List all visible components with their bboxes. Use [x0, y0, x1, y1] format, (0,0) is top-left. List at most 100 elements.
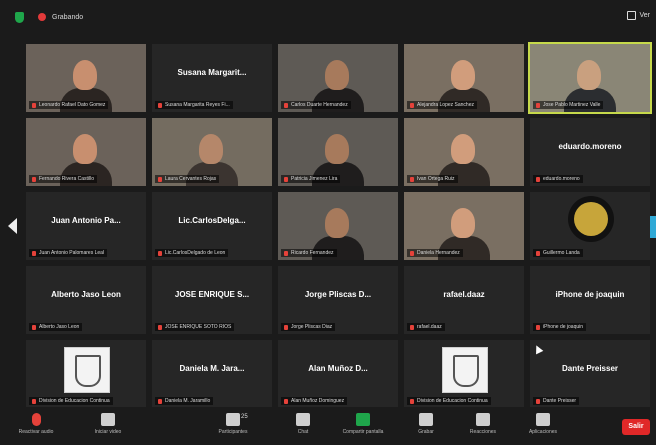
toolbar-label: Aplicaciones [528, 429, 558, 435]
participant-tile[interactable]: Leonardo Rafael Dato Gomez [26, 44, 146, 112]
participant-name-tag: Division de Educacion Continua [29, 397, 113, 405]
participant-tile[interactable]: eduardo.moreno eduardo.moreno [530, 118, 650, 186]
participant-tile[interactable]: rafael.daaz rafael.daaz [404, 266, 524, 334]
participant-name-label: JOSE ENRIQUE SOTO RIOS [165, 324, 232, 330]
participant-display-name: Lic.CarlosDelga... [178, 216, 246, 225]
participant-name-label: Ivan Ortega Ruiz [417, 176, 455, 182]
participant-tile[interactable]: Division de Educacion Continua [404, 340, 524, 408]
grid-view-icon [627, 11, 637, 20]
muted-mic-icon [284, 102, 288, 108]
security-shield-icon[interactable] [15, 11, 24, 23]
leave-meeting-button[interactable]: Salir [622, 419, 650, 435]
participant-tile[interactable]: Alberto Jaso Leon Alberto Jaso Leon [26, 266, 146, 334]
apps-button[interactable]: Aplicaciones [515, 411, 571, 443]
participant-name-tag: Alan Muñoz Dominguez [281, 397, 348, 405]
participant-tile[interactable]: Guillermo Landa [530, 192, 650, 260]
muted-mic-icon [410, 176, 414, 182]
participant-name-label: Lic.CarlosDelgado de Leon [165, 250, 226, 256]
participant-display-name: Alan Muñoz D... [308, 364, 368, 373]
stop-video-button[interactable]: Iniciar video [80, 411, 136, 443]
muted-mic-icon [158, 176, 162, 182]
participant-name-tag: Daniela M. Jaramillo [155, 397, 214, 405]
participant-tile[interactable]: Jose Pablo Martinez Valle [528, 42, 652, 114]
muted-mic-icon [32, 250, 36, 256]
view-button[interactable]: Ver [627, 11, 650, 20]
participant-name-label: Jose Pablo Martinez Valle [543, 102, 601, 108]
muted-mic-icon [284, 324, 288, 330]
participant-tile[interactable]: Fernando Rivera Castillo [26, 118, 146, 186]
participant-tile[interactable]: Jorge Pliscas D... Jorge Pliscas Diaz [278, 266, 398, 334]
participant-tile[interactable]: Dante Preisser Dante Preisser [530, 340, 650, 408]
participant-tile[interactable]: Daniela Hernandez [404, 192, 524, 260]
participant-name-tag: Ivan Ortega Ruiz [407, 175, 458, 183]
participant-tile[interactable]: Carlos Duarte Hernandez [278, 44, 398, 112]
participant-name-label: Jorge Pliscas Diaz [291, 324, 333, 330]
meeting-toolbar: Salir Reactivar audio Iniciar video Partic… [0, 407, 656, 445]
recording-label: Grabando [52, 13, 84, 21]
unmute-icon [31, 413, 41, 426]
participant-name-label: Patricia Jimenez Lira [291, 176, 338, 182]
muted-mic-icon [410, 102, 414, 108]
participant-name-tag: Susana Margarita Reyes Fi... [155, 101, 233, 109]
participant-name-tag: Ricardo Fernandez [281, 249, 337, 257]
participant-tile[interactable]: iPhone de joaquin iPhone de joaquin [530, 266, 650, 334]
apps-icon [536, 413, 550, 426]
stop-video-icon [101, 413, 115, 426]
unmute-button[interactable]: Reactivar audio [8, 411, 64, 443]
toolbar-label: Iniciar video [94, 429, 122, 435]
participant-tile[interactable]: Laura Cervantes Rojas [152, 118, 272, 186]
participant-name-label: Juan Antonio Palomares Leal [39, 250, 105, 256]
participant-name-tag: Laura Cervantes Rojas [155, 175, 220, 183]
participant-tile[interactable]: Susana Margarit... Susana Margarita Reyes… [152, 44, 272, 112]
shield-emblem-icon [75, 355, 101, 387]
muted-mic-icon [32, 324, 36, 330]
muted-mic-icon [284, 398, 288, 404]
participant-display-name: eduardo.moreno [558, 142, 622, 151]
muted-mic-icon [536, 250, 540, 256]
participant-name-label: Division de Educacion Continua [39, 398, 110, 404]
participant-video-face [73, 134, 97, 164]
participant-name-label: Alan Muñoz Dominguez [291, 398, 345, 404]
participant-tile[interactable]: Patricia Jimenez Lira [278, 118, 398, 186]
participant-tile[interactable]: Juan Antonio Pa... Juan Antonio Palomares… [26, 192, 146, 260]
participants-button[interactable]: Participantes 25 [205, 411, 261, 443]
participant-name-tag: Jorge Pliscas Diaz [281, 323, 336, 331]
toolbar-label: Grabar [418, 429, 434, 435]
participant-name-label: Ricardo Fernandez [291, 250, 334, 256]
previous-page-icon[interactable] [8, 218, 17, 234]
participant-display-name: iPhone de joaquin [555, 290, 625, 299]
toolbar-label: Compartir pantalla [342, 429, 384, 435]
reactions-button[interactable]: Reacciones [455, 411, 511, 443]
gallery-grid: Leonardo Rafael Dato Gomez Susana Margari… [26, 42, 654, 408]
participant-name-label: Alejandra Lopez Sanchez [417, 102, 474, 108]
chat-button[interactable]: Chat [275, 411, 331, 443]
muted-mic-icon [32, 176, 36, 182]
participant-tile[interactable]: Daniela M. Jara... Daniela M. Jaramillo [152, 340, 272, 408]
zoom-window: Grabando Ver Leonardo Rafael Dato Gomez S… [0, 0, 656, 445]
participant-tile[interactable]: Alan Muñoz D... Alan Muñoz Dominguez [278, 340, 398, 408]
participant-name-tag: Jose Pablo Martinez Valle [533, 101, 604, 109]
participant-display-name: rafael.daaz [443, 290, 485, 299]
participant-name-label: rafael.daaz [417, 324, 442, 330]
participant-video-face [325, 134, 349, 164]
participant-tile[interactable]: Ricardo Fernandez [278, 192, 398, 260]
participant-tile[interactable]: JOSE ENRIQUE S... JOSE ENRIQUE SOTO RIOS [152, 266, 272, 334]
muted-mic-icon [410, 250, 414, 256]
chat-icon [296, 413, 310, 426]
toolbar-label: Chat [297, 429, 309, 435]
participant-name-tag: Patricia Jimenez Lira [281, 175, 341, 183]
participant-video-face [451, 134, 475, 164]
muted-mic-icon [284, 176, 288, 182]
participant-video-face [451, 208, 475, 238]
participant-tile[interactable]: Lic.CarlosDelga... Lic.CarlosDelgado de L… [152, 192, 272, 260]
participant-tile[interactable]: Ivan Ortega Ruiz [404, 118, 524, 186]
muted-mic-icon [158, 102, 162, 108]
participant-video-face [199, 134, 223, 164]
record-button[interactable]: Grabar [398, 411, 454, 443]
participant-tile[interactable]: Division de Educacion Continua [26, 340, 146, 408]
participant-tile[interactable]: Alejandra Lopez Sanchez [404, 44, 524, 112]
toolbar-label: Reactivar audio [18, 429, 54, 435]
share-screen-button[interactable]: Compartir pantalla [335, 411, 391, 443]
participant-name-tag: rafael.daaz [407, 323, 445, 331]
participant-name-label: Fernando Rivera Castillo [39, 176, 95, 182]
